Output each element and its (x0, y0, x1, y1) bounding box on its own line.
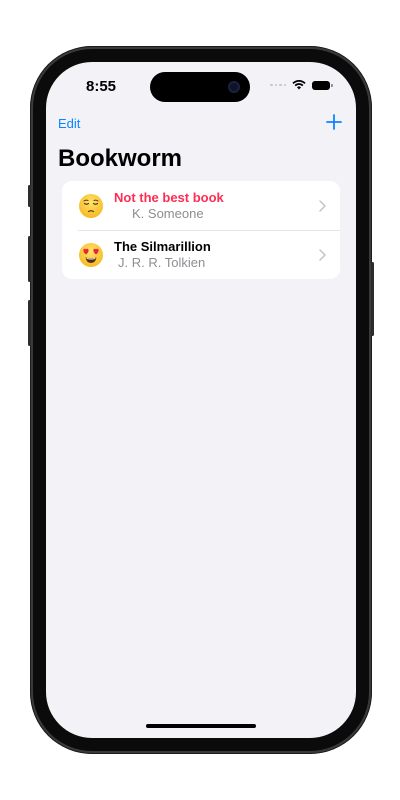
book-title: The Silmarillion (114, 239, 211, 254)
status-indicators (270, 80, 333, 90)
volume-up-button (28, 236, 31, 282)
book-text: The Silmarillion J. R. R. Tolkien (114, 239, 310, 271)
plus-icon[interactable] (324, 112, 344, 132)
book-text: Not the best book K. Someone (114, 190, 310, 222)
cellular-signal-icon (270, 83, 286, 87)
book-title: Not the best book (114, 190, 224, 205)
screen: 8:55 Edit Bookworm Not the best book K. … (46, 62, 356, 738)
camera-icon (228, 81, 240, 93)
book-list: Not the best book K. Someone The Silmari… (62, 181, 340, 279)
volume-down-button (28, 300, 31, 346)
status-time: 8:55 (86, 78, 117, 95)
home-indicator[interactable] (146, 724, 256, 728)
wifi-icon (292, 80, 306, 90)
list-item[interactable]: The Silmarillion J. R. R. Tolkien (62, 230, 340, 279)
chevron-right-icon (319, 200, 326, 212)
page-title: Bookworm (58, 145, 183, 172)
power-button (371, 262, 374, 336)
book-author: J. R. R. Tolkien (118, 255, 206, 270)
sad-face-emoji (79, 194, 103, 218)
edit-button[interactable]: Edit (58, 116, 80, 131)
action-button (28, 185, 31, 207)
chevron-right-icon (319, 249, 326, 261)
battery-icon (312, 80, 333, 90)
heart-eyes-emoji (79, 243, 103, 267)
dynamic-island (150, 72, 250, 102)
list-item[interactable]: Not the best book K. Someone (62, 181, 340, 230)
book-author: K. Someone (132, 206, 204, 221)
